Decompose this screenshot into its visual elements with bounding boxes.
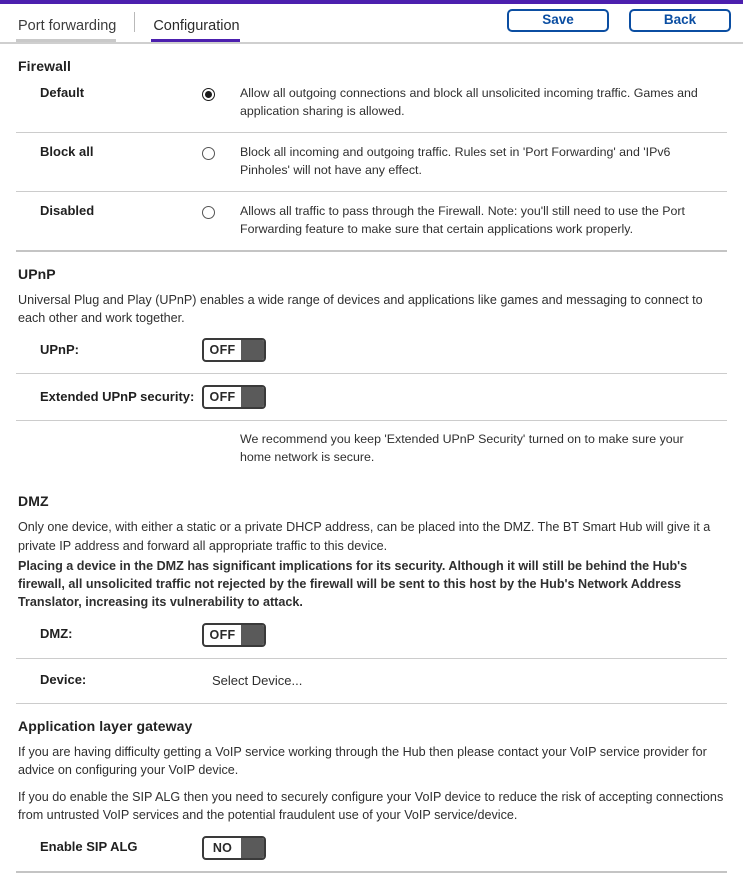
dmz-device-select[interactable]: Select Device... xyxy=(202,673,302,688)
upnp-toggle-row: UPnP: OFF xyxy=(16,327,727,373)
sip-alg-toggle-label: NO xyxy=(212,840,233,855)
dmz-intro-text: Only one device, with either a static or… xyxy=(18,520,711,553)
dmz-label: DMZ: xyxy=(40,626,73,642)
dmz-toggle[interactable]: OFF xyxy=(202,622,266,647)
upnp-security-note: We recommend you keep 'Extended UPnP Sec… xyxy=(240,432,684,465)
extended-upnp-security-label: Extended UPnP security: xyxy=(40,388,195,404)
firewall-option-default-control xyxy=(202,85,240,101)
back-button[interactable]: Back xyxy=(629,8,731,32)
dmz-device-row: Device: Select Device... xyxy=(16,659,727,703)
extended-upnp-toggle-knob xyxy=(241,387,264,408)
firewall-option-default-label: Default xyxy=(40,85,85,100)
divider xyxy=(16,702,727,704)
alg-paragraph-1: If you are having difficulty getting a V… xyxy=(18,744,707,777)
firewall-option-disabled-description: Allows all traffic to pass through the F… xyxy=(240,203,685,236)
upnp-toggle-label: OFF xyxy=(209,343,236,358)
firewall-option-block-all-control xyxy=(202,144,240,160)
dmz-warning-text: Placing a device in the DMZ has signific… xyxy=(18,558,688,610)
firewall-option-disabled-control xyxy=(202,203,240,219)
page-content: Firewall Default Allow all outgoing conn… xyxy=(0,58,743,873)
firewall-option-block-all-description: Block all incoming and outgoing traffic.… xyxy=(240,144,671,177)
upnp-note-row: We recommend you keep 'Extended UPnP Sec… xyxy=(16,421,727,479)
save-button[interactable]: Save xyxy=(507,8,609,32)
section-title-upnp: UPnP xyxy=(18,265,56,282)
sip-alg-label: Enable SIP ALG xyxy=(40,839,138,855)
tab-configuration-label: Configuration xyxy=(153,17,240,34)
firewall-option-disabled-label: Disabled xyxy=(40,202,95,218)
dmz-toggle-label: OFF xyxy=(209,627,236,642)
dmz-toggle-cell: OFF xyxy=(202,622,727,647)
extended-upnp-toggle-label: OFF xyxy=(209,390,236,405)
header-actions: Save Back xyxy=(507,8,731,38)
section-title-firewall: Firewall xyxy=(18,58,71,74)
extended-upnp-toggle-cell: OFF xyxy=(202,385,727,410)
radio-disabled-icon[interactable] xyxy=(202,205,215,219)
upnp-label: UPnP: xyxy=(40,341,79,357)
tab-configuration[interactable]: Configuration xyxy=(149,17,249,42)
tab-bar: Port forwarding Configuration xyxy=(14,4,250,42)
sip-alg-toggle-cell: NO xyxy=(202,835,727,860)
upnp-toggle-cell: OFF xyxy=(202,338,727,363)
radio-block-all-icon[interactable] xyxy=(202,146,215,160)
radio-default-icon[interactable] xyxy=(202,88,215,101)
sip-alg-row: Enable SIP ALG NO xyxy=(16,825,727,871)
firewall-option-disabled[interactable]: Disabled Allows all traffic to pass thro… xyxy=(16,192,727,250)
sip-alg-toggle[interactable]: NO xyxy=(202,835,266,860)
tab-port-forwarding[interactable]: Port forwarding xyxy=(14,17,126,42)
sip-alg-toggle-knob xyxy=(241,837,264,858)
upnp-toggle[interactable]: OFF xyxy=(202,338,266,363)
dmz-device-label: Device: xyxy=(40,672,87,688)
divider xyxy=(16,249,727,252)
alg-paragraph-2: If you do enable the SIP ALG then you ne… xyxy=(18,790,724,823)
tab-configuration-underline xyxy=(151,39,240,42)
section-title-dmz: DMZ xyxy=(18,493,49,510)
extended-upnp-toggle[interactable]: OFF xyxy=(202,385,266,410)
tab-port-forwarding-underline xyxy=(16,39,117,42)
firewall-option-default-description: Allow all outgoing connections and block… xyxy=(240,86,698,118)
tab-port-forwarding-label: Port forwarding xyxy=(18,17,117,34)
note-spacer xyxy=(16,431,240,467)
tab-separator xyxy=(134,12,136,32)
upnp-intro-text: Universal Plug and Play (UPnP) enables a… xyxy=(18,292,703,326)
upnp-toggle-knob xyxy=(241,340,264,361)
dmz-device-value-cell: Select Device... xyxy=(202,673,727,688)
firewall-option-default[interactable]: Default Allow all outgoing connections a… xyxy=(16,74,727,132)
header-divider xyxy=(0,42,743,44)
dmz-toggle-row: DMZ: OFF xyxy=(16,612,727,658)
dmz-toggle-knob xyxy=(241,624,264,645)
firewall-option-block-all-label: Block all xyxy=(40,143,94,159)
divider xyxy=(16,870,727,873)
extended-upnp-security-row: Extended UPnP security: OFF xyxy=(16,374,727,420)
section-title-application-layer-gateway: Application layer gateway xyxy=(18,717,193,734)
page-header: Port forwarding Configuration Save Back xyxy=(0,4,743,42)
firewall-option-block-all[interactable]: Block all Block all incoming and outgoin… xyxy=(16,133,727,191)
